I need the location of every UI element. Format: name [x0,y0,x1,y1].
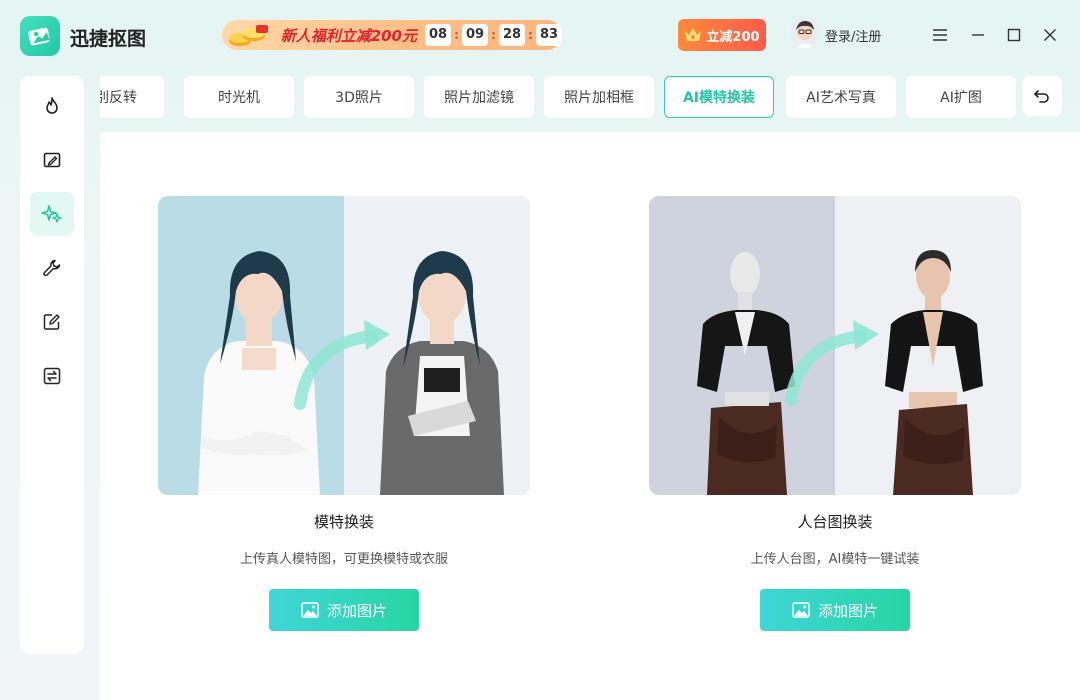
card-title: 人台图换装 [797,513,873,531]
model-outfit-preview-image [158,196,530,495]
app-logo [20,16,60,56]
sidebar-item-image-edit[interactable] [30,138,74,182]
feature-tabs: 性别反转 时光机 3D照片 照片加滤镜 照片加相框 AI模特换装 AI艺术写真 … [100,76,1020,119]
sidebar-item-hot[interactable] [30,84,74,128]
vip-label: 立减200 [706,29,760,45]
undo-icon [1034,90,1049,103]
sparkle-icon [41,205,62,223]
app-name: 迅捷抠图 [70,28,147,50]
mannequin-outfit-preview-image [649,196,1021,495]
sidebar-item-ai[interactable] [30,192,74,236]
tab-photo-frame[interactable]: 照片加相框 [544,76,654,118]
convert-icon [43,367,61,385]
add-image-button[interactable]: 添加图片 [760,589,910,631]
promo-text: 新人福利立减200元 [280,26,417,45]
timer-hours: 08 [425,24,451,46]
sidebar [20,76,84,654]
tab-3d-photo[interactable]: 3D照片 [304,76,414,118]
tab-ai-expand[interactable]: AI扩图 [906,76,1016,118]
avatar[interactable] [790,18,820,48]
logo-image-icon [28,27,51,46]
card-description: 上传人台图，AI模特一键试装 [750,552,920,567]
add-image-label: 添加图片 [326,602,387,620]
add-image-button[interactable]: 添加图片 [269,589,419,631]
timer-seconds: 28 [499,24,525,46]
tab-gender-swap[interactable]: 性别反转 [100,76,164,118]
main-content: 模特换装 上传真人模特图，可更换模特或衣服 添加图片 人台图换装 上传人台图，A… [100,132,1080,700]
add-image-label: 添加图片 [817,602,878,620]
sidebar-item-edit[interactable] [30,300,74,344]
sidebar-item-convert[interactable] [30,354,74,398]
tab-time-machine[interactable]: 时光机 [184,76,294,118]
minimize-icon[interactable] [968,25,988,45]
timer-centiseconds: 83 [536,24,562,46]
maximize-icon[interactable] [1004,25,1024,45]
image-edit-icon [43,152,61,168]
coins-icon [222,20,275,50]
card-mannequin-outfit: 人台图换装 上传人台图，AI模特一键试装 添加图片 [649,196,1021,631]
back-button[interactable] [1022,76,1062,116]
card-model-outfit: 模特换装 上传真人模特图，可更换模特或衣服 添加图片 [158,196,530,631]
tab-ai-model-outfit[interactable]: AI模特换装 [664,76,774,118]
countdown-timer: 08 : 09 : 28 : 83 [425,24,562,46]
close-icon[interactable] [1040,25,1060,45]
vip-discount-button[interactable]: 立减200 [678,19,766,51]
promo-banner[interactable]: 新人福利立减200元 08 : 09 : 28 : 83 [222,20,562,50]
flame-icon [46,97,58,114]
crown-icon [685,28,702,41]
image-icon [301,602,319,618]
timer-minutes: 09 [462,24,488,46]
login-register-link[interactable]: 登录/注册 [825,26,881,45]
title-bar: 迅捷抠图 新人福利立减200元 08 : 09 : 28 : 83 立减200 … [0,0,1080,70]
sidebar-item-tools[interactable] [30,246,74,290]
tab-photo-filter[interactable]: 照片加滤镜 [424,76,534,118]
tab-ai-art-portrait[interactable]: AI艺术写真 [786,76,896,118]
menu-icon[interactable] [930,25,950,45]
pencil-edit-icon [43,314,60,330]
wrench-icon [43,259,61,277]
card-title: 模特换装 [313,513,374,531]
image-icon [792,602,810,618]
card-description: 上传真人模特图，可更换模特或衣服 [239,552,448,567]
